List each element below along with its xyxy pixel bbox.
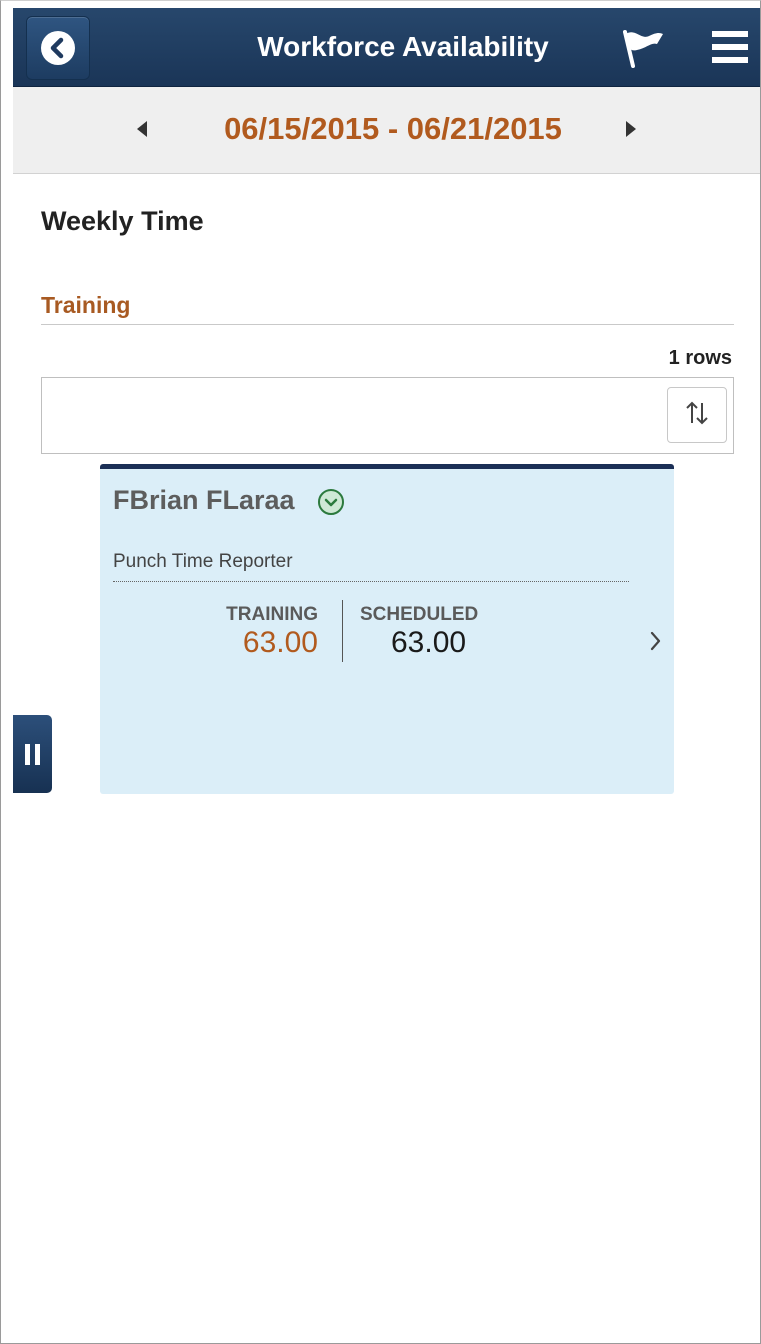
section-divider	[41, 324, 734, 325]
employee-name: FBrian FLaraa	[113, 485, 295, 515]
pause-icon-bar	[35, 744, 40, 765]
date-navigation: 06/15/2015 - 06/21/2015	[13, 87, 760, 174]
back-button[interactable]	[26, 16, 90, 80]
training-label: TRAINING	[226, 604, 318, 625]
header-bar: Workforce Availability	[13, 8, 760, 87]
sort-icon	[682, 398, 712, 433]
back-icon	[41, 31, 75, 65]
scheduled-metric: SCHEDULED 63.00	[360, 604, 478, 660]
date-range[interactable]: 06/15/2015 - 06/21/2015	[193, 109, 593, 149]
pause-icon	[25, 744, 30, 765]
chevron-down-circle-icon[interactable]	[317, 488, 345, 521]
employee-role: Punch Time Reporter	[113, 551, 293, 572]
flag-icon[interactable]	[619, 26, 667, 73]
grid-toolbar	[41, 377, 734, 454]
caret-right-icon[interactable]	[626, 121, 636, 137]
sort-button[interactable]	[667, 387, 727, 443]
hamburger-menu-icon[interactable]	[711, 28, 749, 71]
scheduled-value: 63.00	[391, 626, 467, 659]
side-panel-toggle[interactable]	[13, 715, 52, 793]
metric-divider	[342, 600, 343, 662]
training-metric: TRAINING 63.00	[160, 604, 318, 660]
card-divider	[113, 581, 629, 582]
training-value: 63.00	[242, 626, 318, 659]
employee-card[interactable]: FBrian FLaraa Punch Time Reporter TRAINI…	[100, 464, 674, 794]
caret-left-icon[interactable]	[137, 121, 147, 137]
page-heading: Weekly Time	[41, 206, 204, 236]
app-frame: Workforce Availability 06/15/2015 - 06/2…	[0, 0, 761, 1344]
page-title: Workforce Availability	[257, 31, 549, 62]
chevron-right-icon[interactable]	[647, 627, 665, 660]
rows-count: 1 rows	[668, 347, 732, 369]
scheduled-label: SCHEDULED	[360, 604, 479, 625]
section-title: Training	[41, 292, 131, 318]
